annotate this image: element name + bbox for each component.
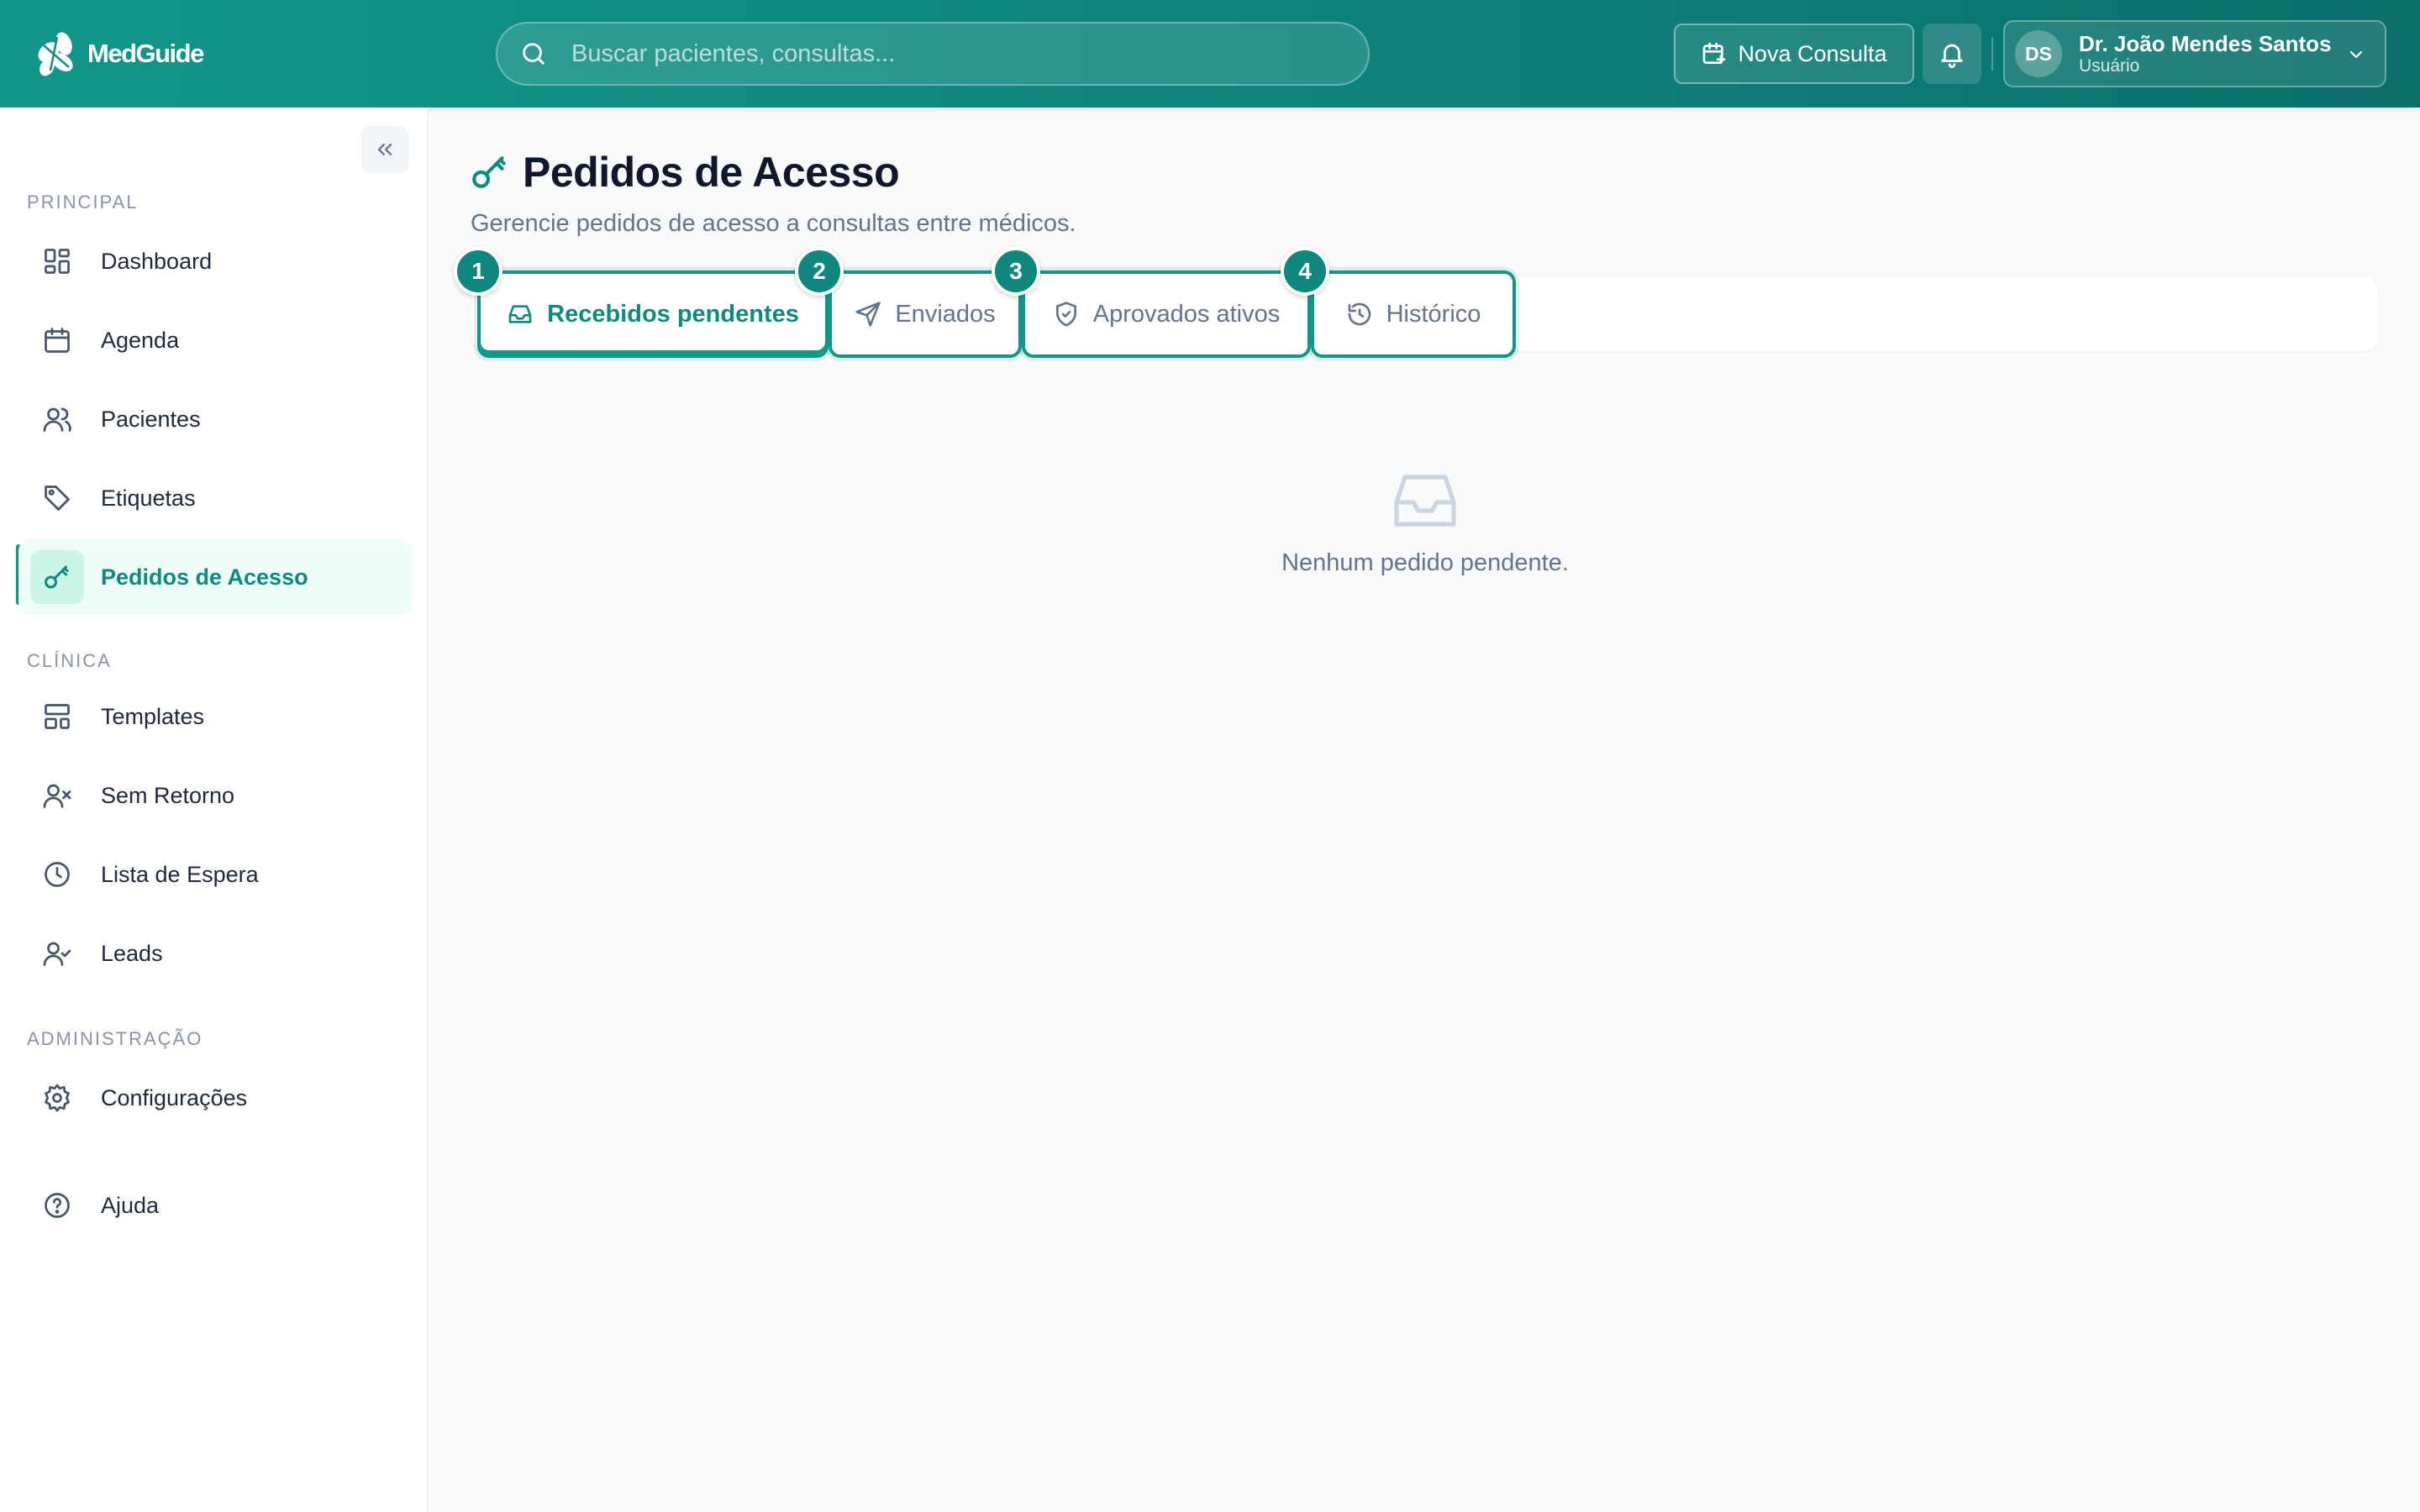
sidebar-item-label: Configurações <box>101 1084 248 1110</box>
user-info: Dr. João Mendes Santos Usuário <box>2079 31 2332 76</box>
logo-text: MedGuide <box>87 39 204 68</box>
inbox-icon <box>508 305 532 323</box>
users-icon <box>30 392 84 446</box>
user-role: Usuário <box>2079 56 2140 76</box>
key-icon <box>30 550 84 604</box>
empty-state-message: Nenhum pedido pendente. <box>1281 549 1569 576</box>
section-label-clinica: CLÍNICA <box>27 650 112 671</box>
tab-badge: 4 <box>1281 247 1329 296</box>
new-consultation-button[interactable]: Nova Consulta <box>1674 24 1914 84</box>
notifications-button[interactable] <box>1923 24 1981 84</box>
shield-check-icon <box>1055 302 1076 327</box>
clock-icon <box>30 848 84 901</box>
layout-icon <box>30 690 84 743</box>
key-icon <box>472 156 506 188</box>
tab-label: Histórico <box>1386 300 1481 328</box>
top-bar: MedGuide Nova Consulta DS Dr. João Mende… <box>0 0 2420 108</box>
sidebar-item-pedidos-de-acesso[interactable]: Pedidos de Acesso <box>18 539 412 615</box>
sidebar-item-lista-de-espera[interactable]: Lista de Espera <box>18 837 412 912</box>
avatar: DS <box>2015 30 2062 77</box>
collapse-sidebar-button[interactable] <box>361 126 408 173</box>
tab-label: Aprovados ativos <box>1092 300 1281 328</box>
header-divider <box>1991 37 1993 71</box>
sidebar-item-sem-retorno[interactable]: Sem Retorno <box>18 758 412 833</box>
send-icon <box>855 302 881 327</box>
user-name: Dr. João Mendes Santos <box>2079 31 2332 56</box>
chevrons-left-icon <box>377 144 392 155</box>
logo[interactable]: MedGuide <box>32 25 204 82</box>
tab-enviados[interactable]: Enviados <box>829 270 1022 358</box>
user-x-icon <box>30 769 84 822</box>
sidebar-item-label: Pacientes <box>101 406 201 432</box>
calendar-icon <box>30 313 84 367</box>
sidebar-item-configuracoes[interactable]: Configurações <box>18 1060 412 1136</box>
sidebar-item-ajuda[interactable]: Ajuda <box>18 1168 412 1243</box>
empty-inbox-icon <box>1394 475 1456 527</box>
search-icon <box>523 43 544 65</box>
sidebar-item-label: Lista de Espera <box>101 861 259 887</box>
help-circle-icon <box>30 1179 84 1232</box>
user-menu[interactable]: DS Dr. João Mendes Santos Usuário <box>2003 20 2386 87</box>
app-root: MedGuide Nova Consulta DS Dr. João Mende… <box>0 0 2420 1512</box>
sidebar-item-etiquetas[interactable]: Etiquetas <box>18 460 412 536</box>
tab-badge: 1 <box>454 247 502 296</box>
calendar-plus-icon <box>1703 42 1726 64</box>
sidebar-item-label: Pedidos de Acesso <box>101 564 308 590</box>
search-bar[interactable] <box>496 22 1370 86</box>
sidebar-item-label: Ajuda <box>101 1192 160 1218</box>
chevron-down-icon <box>2349 50 2363 59</box>
sidebar-item-leads[interactable]: Leads <box>18 916 412 991</box>
medguide-logo-icon <box>38 32 73 76</box>
sidebar-item-pacientes[interactable]: Pacientes <box>18 381 412 457</box>
tab-label: Recebidos pendentes <box>547 300 799 328</box>
page-subtitle: Gerencie pedidos de acesso a consultas e… <box>471 210 1076 237</box>
sidebar-item-dashboard[interactable]: Dashboard <box>18 223 412 299</box>
sidebar-item-label: Agenda <box>101 327 180 353</box>
tab-recebidos-pendentes[interactable]: Recebidos pendentes <box>477 270 829 358</box>
tag-icon <box>30 471 84 525</box>
tab-badge: 3 <box>992 247 1040 296</box>
sidebar-item-label: Etiquetas <box>101 485 196 511</box>
tab-badge: 2 <box>795 247 844 296</box>
section-label-principal: PRINCIPAL <box>27 192 139 213</box>
sidebar-item-label: Templates <box>101 703 205 729</box>
sidebar-item-label: Sem Retorno <box>101 782 235 808</box>
tab-historico[interactable]: Histórico <box>1311 270 1516 358</box>
user-check-icon <box>30 927 84 980</box>
page-header: Pedidos de Acesso <box>469 148 900 197</box>
sidebar: PRINCIPAL Dashboard Agenda Pacientes Eti… <box>0 108 429 1512</box>
history-icon <box>1348 302 1370 326</box>
tab-aprovados-ativos[interactable]: Aprovados ativos <box>1022 270 1311 358</box>
tab-label: Enviados <box>895 300 996 328</box>
sidebar-item-label: Dashboard <box>101 248 213 274</box>
sidebar-item-label: Leads <box>101 940 163 966</box>
gear-icon <box>30 1071 84 1125</box>
new-consultation-label: Nova Consulta <box>1738 40 1887 66</box>
dashboard-icon <box>30 234 84 288</box>
section-label-administracao: ADMINISTRAÇÃO <box>27 1028 203 1049</box>
sidebar-item-agenda[interactable]: Agenda <box>18 302 412 378</box>
page-title: Pedidos de Acesso <box>523 149 900 196</box>
sidebar-item-templates[interactable]: Templates <box>18 679 412 754</box>
bell-icon <box>1941 44 1963 68</box>
search-input[interactable] <box>571 29 1328 79</box>
